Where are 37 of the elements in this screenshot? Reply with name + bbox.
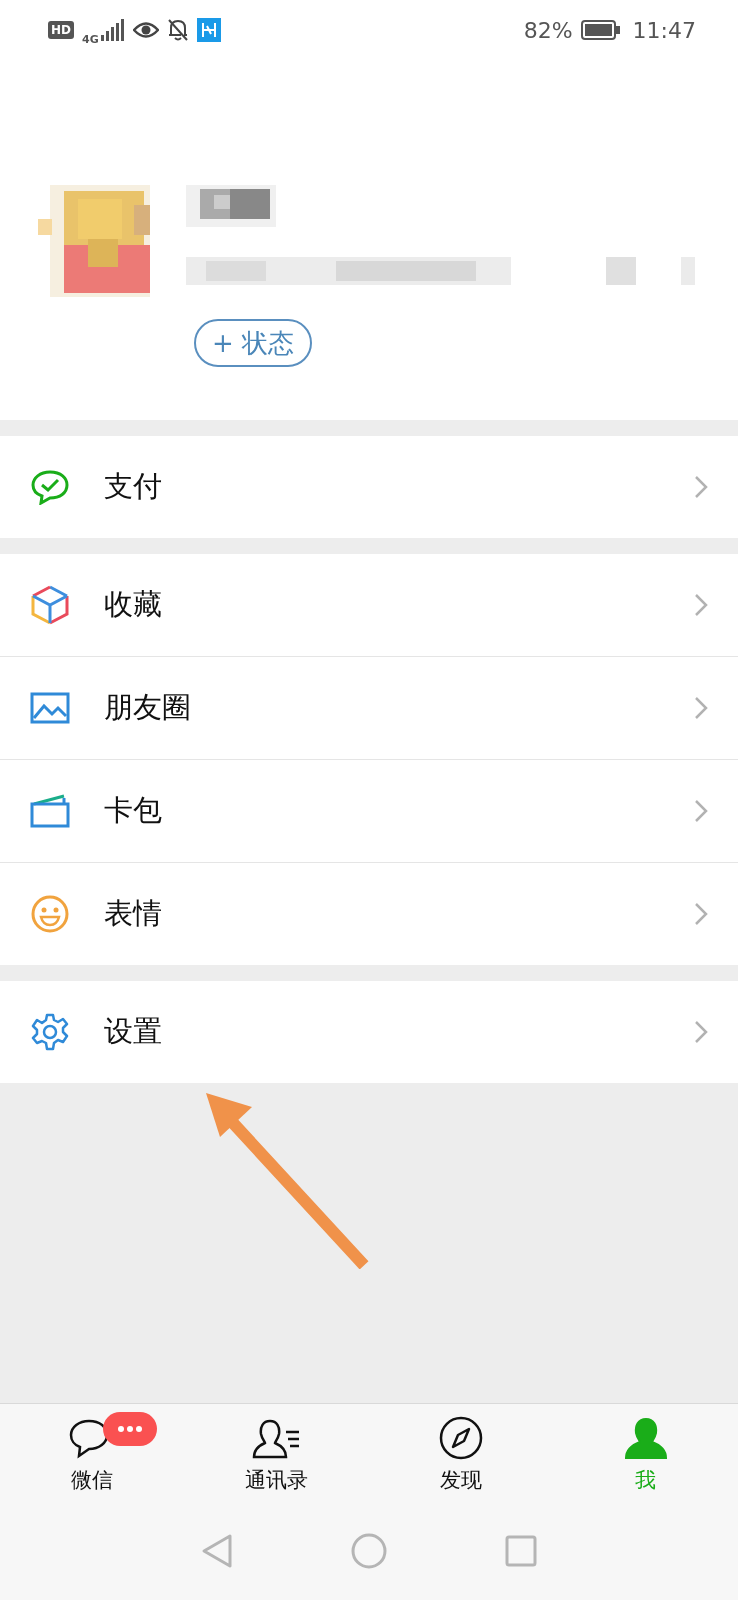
clock: 11:47 [632, 17, 696, 43]
eye-icon [132, 20, 159, 40]
battery-icon [580, 20, 621, 40]
settings-icon [30, 1012, 70, 1052]
back-icon[interactable] [201, 1533, 233, 1569]
compass-icon [439, 1416, 484, 1460]
status-button[interactable]: + 状态 [194, 319, 313, 367]
menu-item[interactable]: 表情 [0, 862, 738, 965]
contacts-icon [251, 1418, 302, 1460]
chevron-icon [694, 593, 708, 617]
signal-icon [100, 19, 125, 41]
tab[interactable]: 微信 [0, 1404, 185, 1508]
chat-check-icon [30, 469, 70, 505]
cube-icon [30, 585, 70, 625]
app-icon [196, 18, 221, 42]
smiley-icon [30, 894, 70, 934]
chevron-icon [694, 1020, 708, 1044]
home-icon[interactable] [351, 1533, 387, 1569]
menu-item[interactable]: 支付 [0, 436, 738, 538]
wallet-icon [30, 794, 70, 828]
menu-item[interactable]: 收藏 [0, 554, 738, 656]
menu-item[interactable]: 卡包 [0, 759, 738, 862]
person-icon [623, 1418, 668, 1460]
chevron-icon [694, 799, 708, 823]
menu-item[interactable]: 设置 [0, 981, 738, 1083]
network-type: 4G [82, 32, 99, 46]
chevron-icon [694, 475, 708, 499]
hd-icon: HD [48, 21, 74, 39]
recents-icon[interactable] [505, 1535, 537, 1567]
tab[interactable]: 发现 [369, 1404, 554, 1508]
chevron-icon [694, 902, 708, 926]
bell-off-icon [166, 18, 189, 42]
image-icon [30, 692, 70, 724]
chevron-icon [694, 696, 708, 720]
menu-item[interactable]: 朋友圈 [0, 656, 738, 759]
tab[interactable]: 通讯录 [184, 1404, 369, 1508]
battery-percent: 82% [523, 17, 573, 43]
